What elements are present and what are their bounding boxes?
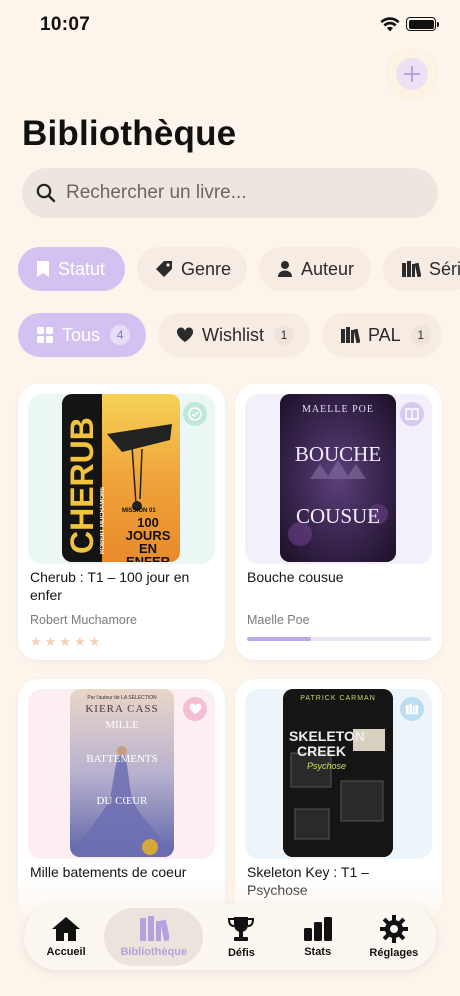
library-icon — [139, 916, 169, 942]
status-bar: 10:07 — [0, 0, 460, 50]
home-icon — [52, 917, 81, 941]
cover-subtitle: Psychose — [307, 761, 347, 771]
cover-background: CHERUB ROBERT MUCHAMORE MISSION 01 100 J… — [28, 394, 215, 564]
cover-background: MAELLE POE BOUCHE COUSUE — [245, 394, 432, 564]
cover-tag: 100 JOURS EN ENFER — [125, 515, 171, 562]
tab-bibliotheque[interactable]: Bibliothèque — [104, 908, 204, 966]
status-badge — [400, 402, 424, 426]
check-icon — [188, 407, 202, 421]
count-badge: 4 — [110, 325, 131, 345]
open-book-icon — [405, 408, 419, 420]
book-author: Robert Muchamore — [30, 613, 137, 627]
tab-accueil[interactable]: Accueil — [28, 908, 104, 966]
rating-stars[interactable]: ★★★★★ — [30, 634, 103, 650]
status-badge — [400, 697, 424, 721]
filter-genre[interactable]: Genre — [137, 247, 247, 291]
cover-title-2: BATTEMENTS — [86, 753, 158, 765]
heart-icon — [189, 703, 201, 715]
status-tous[interactable]: Tous 4 — [18, 313, 146, 357]
status-badge — [183, 402, 207, 426]
cover-title-1: SKELETON — [289, 728, 365, 744]
status-pal[interactable]: PAL 1 — [322, 313, 442, 357]
page-title: Bibliothèque — [22, 114, 237, 153]
book-cover: MAELLE POE BOUCHE COUSUE — [280, 394, 396, 562]
cover-title-1: MILLE — [105, 719, 139, 731]
tab-stats[interactable]: Stats — [280, 908, 356, 966]
tab-defis[interactable]: Défis — [203, 908, 279, 966]
reading-progress — [247, 637, 431, 641]
book-author: Maelle Poe — [247, 613, 310, 627]
count-badge: 1 — [274, 325, 294, 345]
filter-auteur[interactable]: Auteur — [259, 247, 371, 291]
cover-author: KIERA CASS — [85, 703, 159, 715]
person-icon — [278, 261, 292, 277]
cover-subtitle: MISSION 01 — [122, 508, 156, 514]
book-card[interactable]: MAELLE POE BOUCHE COUSUE Bouche cousue M… — [235, 384, 442, 660]
books-icon — [406, 703, 418, 715]
cover-title-2: CREEK — [297, 743, 347, 759]
cover-note: Par l'auteur de LA SÉLECTION — [87, 695, 157, 701]
tab-reglages[interactable]: Réglages — [356, 908, 432, 966]
cover-author: PATRICK CARMAN — [300, 695, 376, 702]
cover-background: Par l'auteur de LA SÉLECTION KIERA CASS … — [28, 689, 215, 859]
book-title: Cherub : T1 – 100 jour en enfer — [30, 569, 190, 603]
grid-icon — [37, 327, 53, 343]
filter-serie[interactable]: Séri — [383, 247, 460, 291]
filter-statut[interactable]: Statut — [18, 247, 125, 291]
bar-chart-icon — [303, 917, 332, 941]
book-card[interactable]: CHERUB ROBERT MUCHAMORE MISSION 01 100 J… — [18, 384, 225, 660]
trophy-icon — [228, 917, 255, 941]
status-time: 10:07 — [40, 14, 91, 35]
status-chips: Tous 4 Wishlist 1 PAL 1 — [18, 313, 442, 357]
count-badge: 1 — [410, 325, 431, 345]
heart-icon — [176, 327, 194, 342]
book-title: Mille batements de coeur — [30, 864, 187, 880]
wifi-icon — [380, 17, 400, 32]
tab-bar: Accueil Bibliothèque Défis Stats Réglage… — [24, 904, 436, 970]
search-icon — [36, 183, 56, 203]
book-cover: PATRICK CARMAN SKELETON CREEK Psychose — [283, 689, 393, 857]
status-badge — [183, 697, 207, 721]
books-icon — [402, 261, 421, 278]
book-cover: Par l'auteur de LA SÉLECTION KIERA CASS … — [70, 689, 174, 857]
search-input[interactable]: Rechercher un livre... — [66, 182, 247, 204]
cover-background: PATRICK CARMAN SKELETON CREEK Psychose — [245, 689, 432, 859]
cover-series: CHERUB — [64, 417, 100, 554]
battery-icon — [406, 17, 439, 31]
cover-title-1: BOUCHE — [294, 442, 382, 466]
book-cover: CHERUB ROBERT MUCHAMORE MISSION 01 100 J… — [62, 394, 180, 562]
add-book-button[interactable] — [387, 49, 437, 99]
filter-chips: Statut Genre Auteur Séri — [18, 247, 460, 291]
tag-icon — [156, 261, 172, 277]
books-icon — [341, 327, 360, 344]
search-bar[interactable]: Rechercher un livre... — [22, 168, 438, 218]
cover-title-3: DU CŒUR — [96, 795, 148, 807]
gear-icon — [379, 915, 408, 943]
plus-icon — [404, 66, 420, 82]
cover-author: ROBERT MUCHAMORE — [100, 486, 106, 554]
status-wishlist[interactable]: Wishlist 1 — [158, 313, 310, 357]
bookmark-icon — [37, 261, 49, 277]
cover-title-2: COUSUE — [295, 504, 380, 528]
cover-author: MAELLE POE — [302, 404, 374, 415]
book-title: Bouche cousue — [247, 569, 344, 585]
